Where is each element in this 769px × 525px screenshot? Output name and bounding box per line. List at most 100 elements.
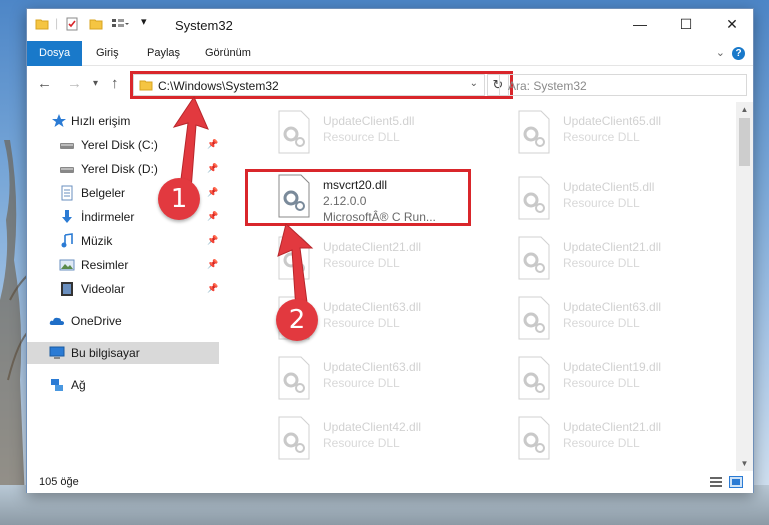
- dll-file-icon: [518, 416, 550, 460]
- dll-file-icon: [518, 176, 550, 220]
- file-description: Resource DLL: [323, 130, 400, 144]
- sidebar-item-label: OneDrive: [71, 314, 122, 328]
- sidebar-item-network[interactable]: Ağ: [27, 374, 219, 396]
- forward-button[interactable]: →: [67, 75, 82, 92]
- file-item[interactable]: UpdateClient21.dll Resource DLL: [515, 414, 737, 464]
- tab-file[interactable]: Dosya: [27, 41, 83, 66]
- dll-file-icon: [278, 416, 310, 460]
- search-placeholder: Ara: System32: [508, 79, 587, 93]
- ribbon: Dosya Giriş Paylaş Görünüm ⌄ ?: [27, 41, 753, 66]
- ribbon-expand-icon[interactable]: ⌄: [716, 46, 725, 59]
- file-name: UpdateClient21.dll: [563, 420, 662, 434]
- sidebar-item-onedrive[interactable]: OneDrive: [27, 310, 219, 332]
- file-name: UpdateClient21.dll: [323, 240, 422, 254]
- up-button[interactable]: ↑: [111, 75, 119, 92]
- file-item[interactable]: UpdateClient19.dll Resource DLL: [515, 354, 737, 404]
- step-badge-1: 1: [158, 178, 200, 220]
- file-name: UpdateClient63.dll: [323, 300, 422, 314]
- file-description: Resource DLL: [323, 256, 400, 270]
- videos-icon: [61, 282, 73, 296]
- pictures-icon: [59, 259, 75, 271]
- sidebar-item-label: Hızlı erişim: [71, 114, 131, 128]
- step-badge-2: 2: [276, 299, 318, 341]
- file-item[interactable]: UpdateClient5.dll Resource DLL: [275, 108, 505, 158]
- tab-share[interactable]: Paylaş: [147, 41, 180, 66]
- dll-file-icon: [518, 356, 550, 400]
- scroll-down-icon[interactable]: ▼: [736, 456, 753, 472]
- tab-home[interactable]: Giriş: [96, 41, 119, 66]
- file-item[interactable]: UpdateClient21.dll Resource DLL: [515, 234, 737, 284]
- drive-icon: [60, 143, 74, 149]
- sidebar-item-label: Videolar: [81, 282, 125, 296]
- search-input[interactable]: Ara: System32: [499, 74, 747, 96]
- pin-icon[interactable]: 📌: [207, 235, 218, 246]
- file-name: UpdateClient63.dll: [563, 300, 662, 314]
- highlight-box-file: [245, 169, 471, 226]
- dll-file-icon: [518, 110, 550, 154]
- sidebar-item-label: Bu bilgisayar: [71, 346, 140, 360]
- sidebar-item-pictures[interactable]: Resimler 📌: [27, 254, 219, 276]
- scrollbar-thumb[interactable]: [739, 118, 750, 166]
- sidebar-item-label: Yerel Disk (D:): [81, 162, 158, 176]
- title-bar: | ▾ System32 — ☐ ✕: [27, 9, 753, 41]
- download-icon: [62, 210, 72, 223]
- help-icon[interactable]: ?: [732, 47, 745, 60]
- minimize-button[interactable]: —: [617, 9, 663, 41]
- computer-icon: [49, 346, 65, 359]
- sidebar-item-label: Resimler: [81, 258, 129, 272]
- dll-file-icon: [278, 356, 310, 400]
- close-button[interactable]: ✕: [709, 9, 755, 41]
- recent-locations-icon[interactable]: ▾: [93, 78, 98, 89]
- file-description: Resource DLL: [563, 256, 640, 270]
- file-name: UpdateClient19.dll: [563, 360, 662, 374]
- star-icon: [52, 114, 66, 127]
- file-name: UpdateClient42.dll: [323, 420, 422, 434]
- file-name: UpdateClient21.dll: [563, 240, 662, 254]
- scroll-up-icon[interactable]: ▲: [736, 102, 753, 118]
- back-button[interactable]: ←: [37, 75, 52, 92]
- file-description: Resource DLL: [323, 316, 400, 330]
- file-item[interactable]: UpdateClient63.dll Resource DLL: [275, 354, 505, 404]
- file-name: UpdateClient63.dll: [323, 360, 422, 374]
- file-name: UpdateClient5.dll: [323, 114, 415, 128]
- dll-file-icon: [278, 110, 310, 154]
- file-explorer-window: | ▾ System32 — ☐ ✕ Dosya Giriş Paylaş Gö…: [26, 8, 754, 493]
- file-description: Resource DLL: [563, 130, 640, 144]
- file-item[interactable]: UpdateClient5.dll Resource DLL: [515, 174, 737, 224]
- sidebar-item-label: Yerel Disk (C:): [81, 138, 158, 152]
- sidebar-item-label: İndirmeler: [81, 210, 135, 224]
- file-item[interactable]: UpdateClient63.dll Resource DLL: [515, 294, 737, 344]
- navigation-bar: ← → ▾ ↑ C:\Windows\System32 ⌄ ↻ Ara: Sys…: [27, 67, 753, 101]
- file-name: UpdateClient65.dll: [563, 114, 662, 128]
- music-icon: [61, 233, 73, 248]
- maximize-button[interactable]: ☐: [663, 9, 709, 41]
- pin-icon[interactable]: 📌: [207, 283, 218, 294]
- view-options-icon[interactable]: [111, 17, 129, 31]
- pin-icon[interactable]: 📌: [207, 259, 218, 270]
- file-item[interactable]: UpdateClient42.dll Resource DLL: [275, 414, 505, 464]
- file-description: Resource DLL: [323, 436, 400, 450]
- sidebar-item-music[interactable]: Müzik 📌: [27, 230, 219, 252]
- folder-icon: [35, 19, 49, 30]
- large-icons-view-icon[interactable]: [729, 476, 743, 488]
- properties-icon[interactable]: [65, 17, 79, 31]
- dll-file-icon: [518, 296, 550, 340]
- sidebar-item-this-pc[interactable]: Bu bilgisayar: [27, 342, 219, 364]
- pin-icon[interactable]: 📌: [207, 211, 218, 222]
- documents-icon: [61, 185, 73, 201]
- details-view-icon[interactable]: [709, 476, 723, 488]
- cloud-icon: [49, 317, 64, 325]
- vertical-scrollbar[interactable]: ▲ ▼: [736, 102, 753, 472]
- file-description: Resource DLL: [563, 316, 640, 330]
- divider: |: [55, 16, 59, 30]
- sidebar-item-videos[interactable]: Videolar 📌: [27, 278, 219, 300]
- status-bar: 105 öğe: [27, 471, 753, 493]
- dll-file-icon: [518, 236, 550, 280]
- quick-access-dropdown-icon[interactable]: ▾: [141, 15, 147, 28]
- tab-view[interactable]: Görünüm: [205, 41, 251, 66]
- drive-icon: [60, 167, 74, 173]
- item-count: 105 öğe: [39, 476, 79, 488]
- sidebar-item-label: Müzik: [81, 234, 113, 248]
- file-item[interactable]: UpdateClient65.dll Resource DLL: [515, 108, 737, 158]
- new-folder-icon[interactable]: [89, 17, 103, 31]
